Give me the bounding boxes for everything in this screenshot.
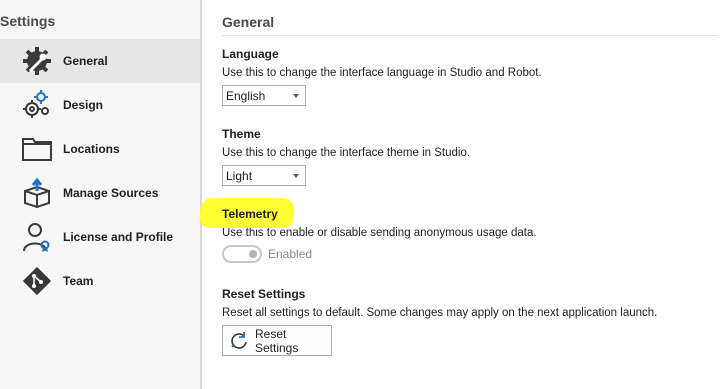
telemetry-section: Telemetry Use this to enable or disable … <box>197 198 718 263</box>
telemetry-description: Use this to enable or disable sending an… <box>222 227 537 239</box>
settings-panel: General Language Use this to change the … <box>197 0 718 389</box>
language-selected-value: English <box>226 88 266 103</box>
gear-wrench-icon <box>20 44 54 78</box>
sidebar-item-label: Manage Sources <box>63 186 159 200</box>
toggle-knob <box>249 250 257 258</box>
sidebar-item-label: License and Profile <box>63 230 174 244</box>
sidebar-item-label: General <box>63 54 108 68</box>
refresh-icon <box>229 331 249 351</box>
sidebar-nav: General Design Locations Manage Sources … <box>0 39 200 303</box>
theme-title: Theme <box>222 127 261 141</box>
language-description: Use this to change the interface languag… <box>222 67 542 79</box>
theme-section: Theme Use this to change the interface t… <box>222 126 718 186</box>
page-title: General <box>222 14 275 30</box>
sidebar-item-team[interactable]: Team <box>0 259 200 303</box>
reset-description: Reset all settings to default. Some chan… <box>222 307 658 319</box>
chevron-down-icon <box>293 93 299 98</box>
telemetry-toggle[interactable] <box>222 245 262 263</box>
theme-dropdown[interactable]: Light <box>222 165 306 186</box>
gears-icon <box>20 88 54 122</box>
user-badge-icon <box>20 220 54 254</box>
sidebar-item-license-and-profile[interactable]: License and Profile <box>0 215 200 259</box>
package-upload-icon <box>20 176 54 210</box>
theme-selected-value: Light <box>226 168 253 183</box>
git-icon <box>20 264 54 298</box>
reset-settings-button[interactable]: Reset Settings <box>222 325 332 356</box>
reset-settings-button-label: Reset Settings <box>255 326 299 355</box>
telemetry-title-wrap: Telemetry <box>197 198 718 228</box>
sidebar-item-manage-sources[interactable]: Manage Sources <box>0 171 200 215</box>
sidebar-title: Settings <box>0 13 56 29</box>
language-section: Language Use this to change the interfac… <box>222 46 718 106</box>
telemetry-toggle-row: Enabled <box>222 245 718 263</box>
sidebar-item-label: Team <box>63 274 94 288</box>
language-title: Language <box>222 47 279 61</box>
sidebar-item-label: Design <box>63 98 104 112</box>
reset-section: Reset Settings Reset all settings to def… <box>222 286 718 356</box>
sidebar-item-design[interactable]: Design <box>0 83 200 127</box>
reset-title: Reset Settings <box>222 287 306 301</box>
sidebar: Settings General Design Locations Manage… <box>0 0 202 389</box>
chevron-down-icon <box>293 173 299 178</box>
settings-window: Settings General Design Locations Manage… <box>0 0 722 389</box>
theme-description: Use this to change the interface theme i… <box>222 147 471 159</box>
language-dropdown[interactable]: English <box>222 85 306 106</box>
title-divider <box>222 35 718 36</box>
telemetry-title: Telemetry <box>222 207 278 221</box>
sidebar-item-locations[interactable]: Locations <box>0 127 200 171</box>
telemetry-toggle-label: Enabled <box>268 247 313 261</box>
sidebar-item-general[interactable]: General <box>0 39 200 83</box>
folder-icon <box>20 132 54 166</box>
sidebar-item-label: Locations <box>63 142 120 156</box>
